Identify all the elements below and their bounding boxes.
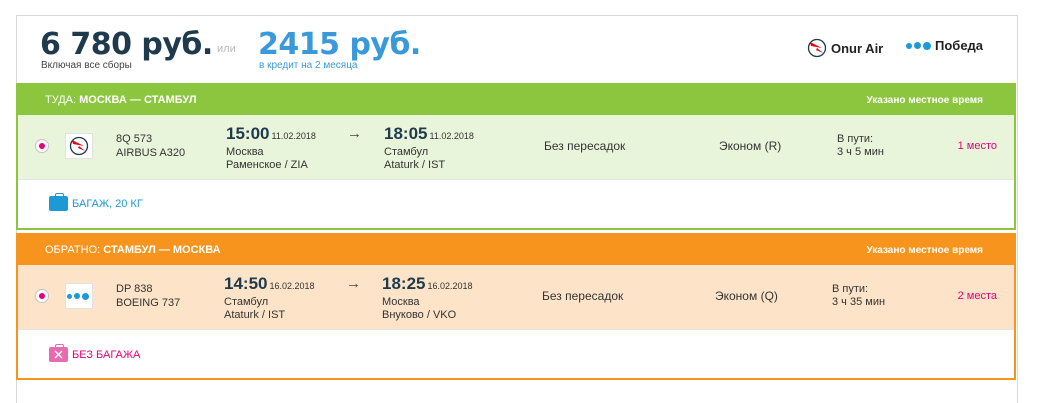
- baggage-label: БАГАЖ, 20 КГ: [72, 197, 143, 210]
- arrow-right-icon: →: [346, 275, 361, 292]
- flight-duration: В пути: 3 ч 5 мин: [837, 133, 884, 158]
- flight-row[interactable]: 8Q 573 AIRBUS A320 15:00 11.02.2018 Москв…: [18, 115, 1014, 179]
- total-price-note: Включая все сборы: [41, 60, 132, 71]
- departure-place: Стамбул Ataturk / IST: [224, 296, 286, 321]
- arrival-time: 18:05 11.02.2018: [384, 124, 474, 143]
- or-separator: или: [217, 43, 236, 55]
- segment-body-outbound: 8Q 573 AIRBUS A320 15:00 11.02.2018 Москв…: [16, 115, 1016, 230]
- divider: [18, 179, 1014, 180]
- arrival-date: 16.02.2018: [427, 281, 473, 291]
- arrow-right-icon: →: [347, 125, 362, 142]
- cabin-class: Эконом (R): [719, 139, 782, 153]
- total-price: 6 780 руб.: [40, 27, 213, 62]
- no-baggage-icon: [49, 344, 68, 362]
- segment-direction: ОБРАТНО: СТАМБУЛ — МОСКВА: [45, 244, 221, 256]
- arrival-time: 18:25 16.02.2018: [382, 274, 473, 293]
- flight-radio-button[interactable]: [35, 289, 49, 303]
- seats-left: 1 место: [957, 140, 997, 152]
- divider: [18, 329, 1014, 330]
- segment-body-return: DP 838 BOEING 737 14:50 16.02.2018 Стамбу…: [16, 265, 1016, 380]
- arrival-place: Стамбул Ataturk / IST: [384, 146, 446, 171]
- credit-price-note[interactable]: в кредит на 2 месяца: [259, 60, 358, 71]
- airline-name-pobeda: Победа: [935, 38, 984, 53]
- direction-label: ТУДА:: [45, 94, 77, 106]
- direction-label: ОБРАТНО:: [45, 244, 101, 256]
- departure-date: 11.02.2018: [271, 131, 316, 141]
- departure-date: 16.02.2018: [269, 281, 315, 291]
- route-label: СТАМБУЛ — МОСКВА: [103, 244, 221, 256]
- segment-header-return: ОБРАТНО: СТАМБУЛ — МОСКВА Указано местно…: [16, 233, 1016, 265]
- segment-header-outbound: ТУДА: МОСКВА — СТАМБУЛ Указано местное в…: [16, 83, 1016, 115]
- local-time-note: Указано местное время: [866, 245, 983, 256]
- flight-number: DP 838: [116, 283, 153, 295]
- seats-left: 2 места: [957, 290, 997, 302]
- stops-info: Без пересадок: [544, 139, 626, 153]
- aircraft-type: AIRBUS A320: [116, 147, 186, 159]
- cabin-class: Эконом (Q): [715, 289, 778, 303]
- flight-duration: В пути: 3 ч 35 мин: [832, 283, 886, 308]
- suitcase-icon: [49, 193, 68, 211]
- segment-direction: ТУДА: МОСКВА — СТАМБУЛ: [45, 94, 197, 106]
- onur-air-logo-icon: [807, 38, 827, 58]
- airline-badge-pobeda: Победа: [906, 38, 983, 53]
- credit-price[interactable]: 2415 руб.: [258, 27, 421, 62]
- arrival-place: Москва Внуково / VKO: [382, 296, 457, 321]
- pobeda-dots-icon: [906, 41, 933, 50]
- aircraft-type: BOEING 737: [116, 297, 181, 309]
- departure-time: 14:50 16.02.2018: [224, 274, 315, 293]
- flight-number: 8Q 573: [116, 133, 153, 145]
- pobeda-dots-icon: [65, 283, 93, 309]
- departure-time: 15:00 11.02.2018: [226, 124, 316, 143]
- route-label: МОСКВА — СТАМБУЛ: [79, 94, 197, 106]
- airline-badge-onur-air: Onur Air: [807, 38, 883, 58]
- baggage-info[interactable]: БАГАЖ, 20 КГ: [49, 193, 143, 211]
- local-time-note: Указано местное время: [866, 95, 983, 106]
- flight-radio-button[interactable]: [35, 139, 49, 153]
- flight-row[interactable]: DP 838 BOEING 737 14:50 16.02.2018 Стамбу…: [18, 265, 1014, 329]
- baggage-label: БЕЗ БАГАЖА: [72, 348, 141, 361]
- departure-place: Москва Раменское / ZIA: [226, 146, 308, 171]
- baggage-info[interactable]: БЕЗ БАГАЖА: [49, 344, 141, 362]
- airline-name-onur-air: Onur Air: [831, 40, 884, 56]
- arrival-date: 11.02.2018: [429, 131, 474, 141]
- stops-info: Без пересадок: [542, 289, 624, 303]
- onur-air-logo-icon: [65, 133, 93, 159]
